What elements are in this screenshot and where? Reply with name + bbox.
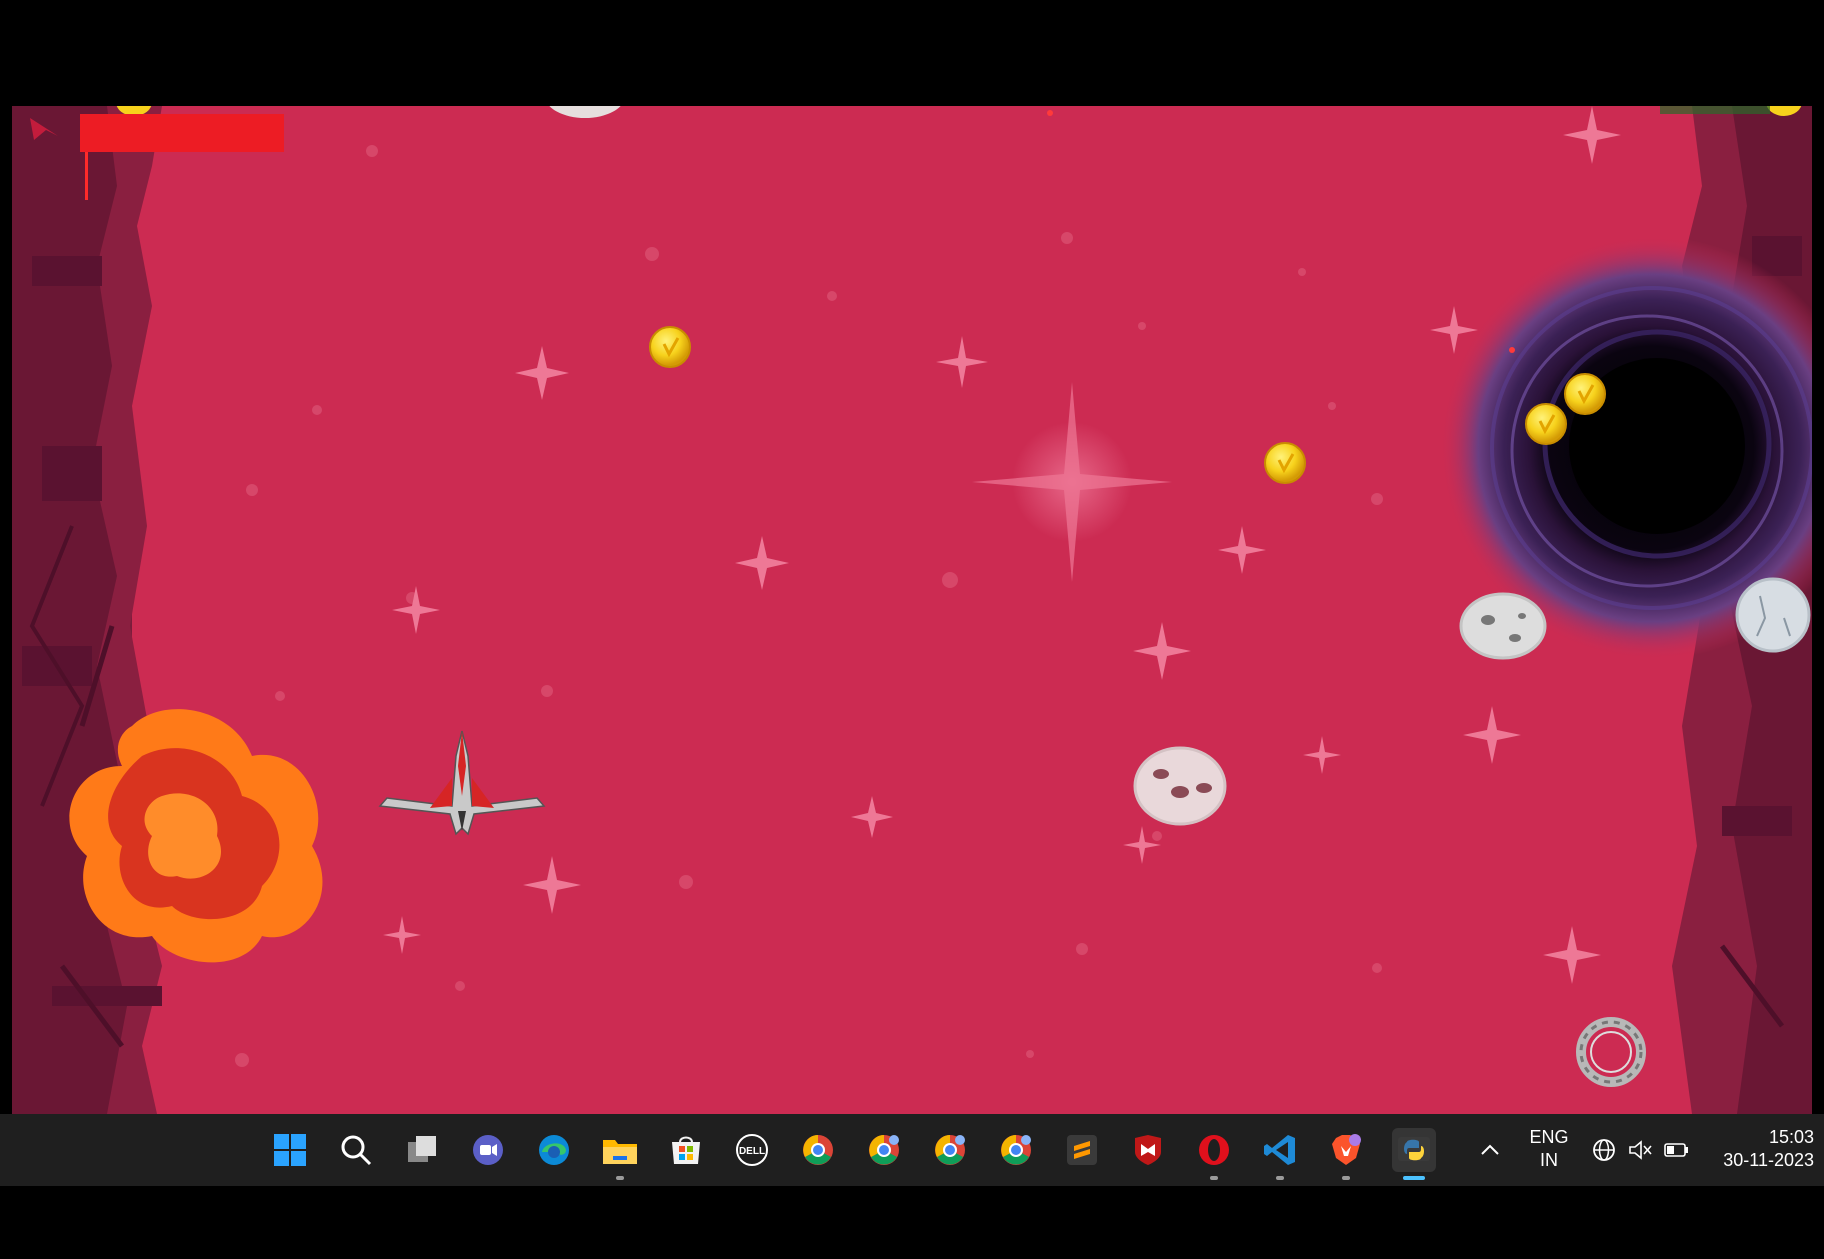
running-indicator: [1276, 1176, 1284, 1180]
asteroid: [1133, 746, 1227, 826]
chrome-icon[interactable]: [796, 1128, 840, 1172]
clock-time: 15:03: [1768, 1127, 1814, 1147]
teams-chat-icon[interactable]: [466, 1128, 510, 1172]
game-canvas: [12, 106, 1812, 1114]
portal-ring: [1576, 1017, 1646, 1087]
coin: [649, 326, 691, 368]
battery-icon[interactable]: [1662, 1136, 1690, 1164]
running-indicator: [1210, 1176, 1218, 1180]
asteroid: [1735, 577, 1811, 653]
start-icon[interactable]: [268, 1128, 312, 1172]
chrome-profile-icon[interactable]: [994, 1128, 1038, 1172]
health-bar-fill: [80, 114, 284, 152]
opera-icon[interactable]: [1192, 1128, 1236, 1180]
chrome-profile-icon[interactable]: [862, 1128, 906, 1172]
background-specks: [235, 145, 1383, 1067]
vscode-icon[interactable]: [1258, 1128, 1302, 1180]
language-indicator[interactable]: ENG IN: [1523, 1126, 1575, 1172]
svg-text:DELL: DELL: [739, 1146, 765, 1157]
asteroid: [1459, 592, 1547, 660]
asteroid-partial: [549, 106, 621, 118]
python-icon[interactable]: [1392, 1128, 1436, 1180]
clock-date: 30-11-2023: [1723, 1150, 1814, 1170]
show-hidden-icons-chevron-icon[interactable]: [1476, 1136, 1504, 1164]
running-indicator: [1403, 1176, 1425, 1180]
health-bar: [80, 114, 284, 152]
chrome-profile-icon[interactable]: [928, 1128, 972, 1172]
language-label: ENG: [1529, 1127, 1569, 1147]
windows-taskbar: DELL ENG IN 15:03 30-11-2023: [0, 1114, 1824, 1186]
task-view-icon[interactable]: [400, 1128, 444, 1172]
enemy-bullet: [1509, 347, 1515, 353]
coin: [1264, 442, 1306, 484]
running-indicator: [1342, 1176, 1350, 1180]
coin: [1564, 373, 1606, 415]
search-icon[interactable]: [334, 1128, 378, 1172]
file-explorer-icon[interactable]: [598, 1128, 642, 1180]
coin: [1525, 403, 1567, 445]
mcafee-icon[interactable]: [1126, 1128, 1170, 1172]
clock[interactable]: 15:03 30-11-2023: [1704, 1126, 1814, 1172]
left-wall: [12, 106, 162, 1114]
running-indicator: [616, 1176, 624, 1180]
game-window[interactable]: [12, 106, 1812, 1114]
speaker-muted-icon[interactable]: [1626, 1136, 1654, 1164]
player-spaceship: [378, 730, 546, 836]
score-partial: [1660, 106, 1770, 114]
dell-icon[interactable]: DELL: [730, 1128, 774, 1172]
enemy-bullet: [1047, 110, 1053, 116]
background-stars: [383, 106, 1621, 984]
brave-icon[interactable]: [1324, 1128, 1368, 1180]
sublime-text-icon[interactable]: [1060, 1128, 1104, 1172]
region-label: IN: [1540, 1150, 1558, 1170]
microsoft-store-icon[interactable]: [664, 1128, 708, 1172]
network-globe-icon[interactable]: [1590, 1136, 1618, 1164]
edge-icon[interactable]: [532, 1128, 576, 1172]
